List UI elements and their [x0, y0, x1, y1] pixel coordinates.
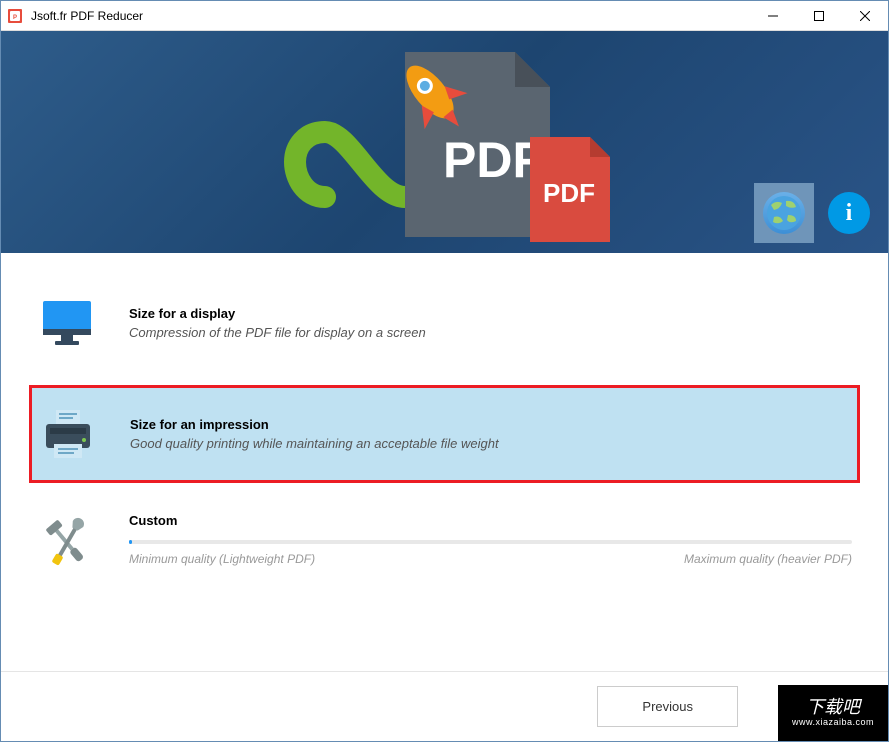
option-display-desc: Compression of the PDF file for display …: [129, 325, 426, 340]
main-content: Size for a display Compression of the PD…: [1, 253, 888, 673]
option-custom[interactable]: Custom Minimum quality (Lightweight PDF)…: [31, 503, 858, 583]
option-impression[interactable]: Size for an impression Good quality prin…: [29, 385, 860, 483]
option-custom-title: Custom: [129, 513, 852, 528]
site-watermark: 下载吧 www.xiazaiba.com: [778, 685, 888, 741]
watermark-url: www.xiazaiba.com: [792, 718, 874, 728]
info-icon: i: [846, 200, 853, 227]
svg-text:PDF: PDF: [543, 178, 595, 208]
header-banner: PDF PDF: [1, 31, 888, 253]
printer-icon: [38, 404, 98, 464]
option-impression-title: Size for an impression: [130, 417, 499, 432]
window-controls: [750, 1, 888, 31]
option-impression-desc: Good quality printing while maintaining …: [130, 436, 499, 451]
watermark-text: 下载吧: [806, 698, 860, 718]
option-display-title: Size for a display: [129, 306, 426, 321]
monitor-icon: [37, 293, 97, 353]
footer: Previous: [1, 671, 888, 741]
close-button[interactable]: [842, 1, 888, 31]
app-icon: P: [7, 8, 23, 24]
globe-icon: [763, 192, 805, 234]
language-button[interactable]: [754, 183, 814, 243]
slider-min-label: Minimum quality (Lightweight PDF): [129, 552, 315, 566]
window-title: Jsoft.fr PDF Reducer: [31, 9, 143, 23]
quality-slider[interactable]: [129, 540, 852, 544]
maximize-button[interactable]: [796, 1, 842, 31]
titlebar: P Jsoft.fr PDF Reducer: [1, 1, 888, 31]
option-display[interactable]: Size for a display Compression of the PD…: [31, 283, 858, 363]
svg-text:PDF: PDF: [443, 132, 543, 188]
minimize-button[interactable]: [750, 1, 796, 31]
svg-text:P: P: [13, 15, 17, 21]
previous-button[interactable]: Previous: [597, 686, 738, 727]
banner-artwork: PDF PDF: [275, 37, 615, 247]
tools-icon: [37, 513, 97, 573]
slider-max-label: Maximum quality (heavier PDF): [684, 552, 852, 566]
info-button[interactable]: i: [828, 192, 870, 234]
